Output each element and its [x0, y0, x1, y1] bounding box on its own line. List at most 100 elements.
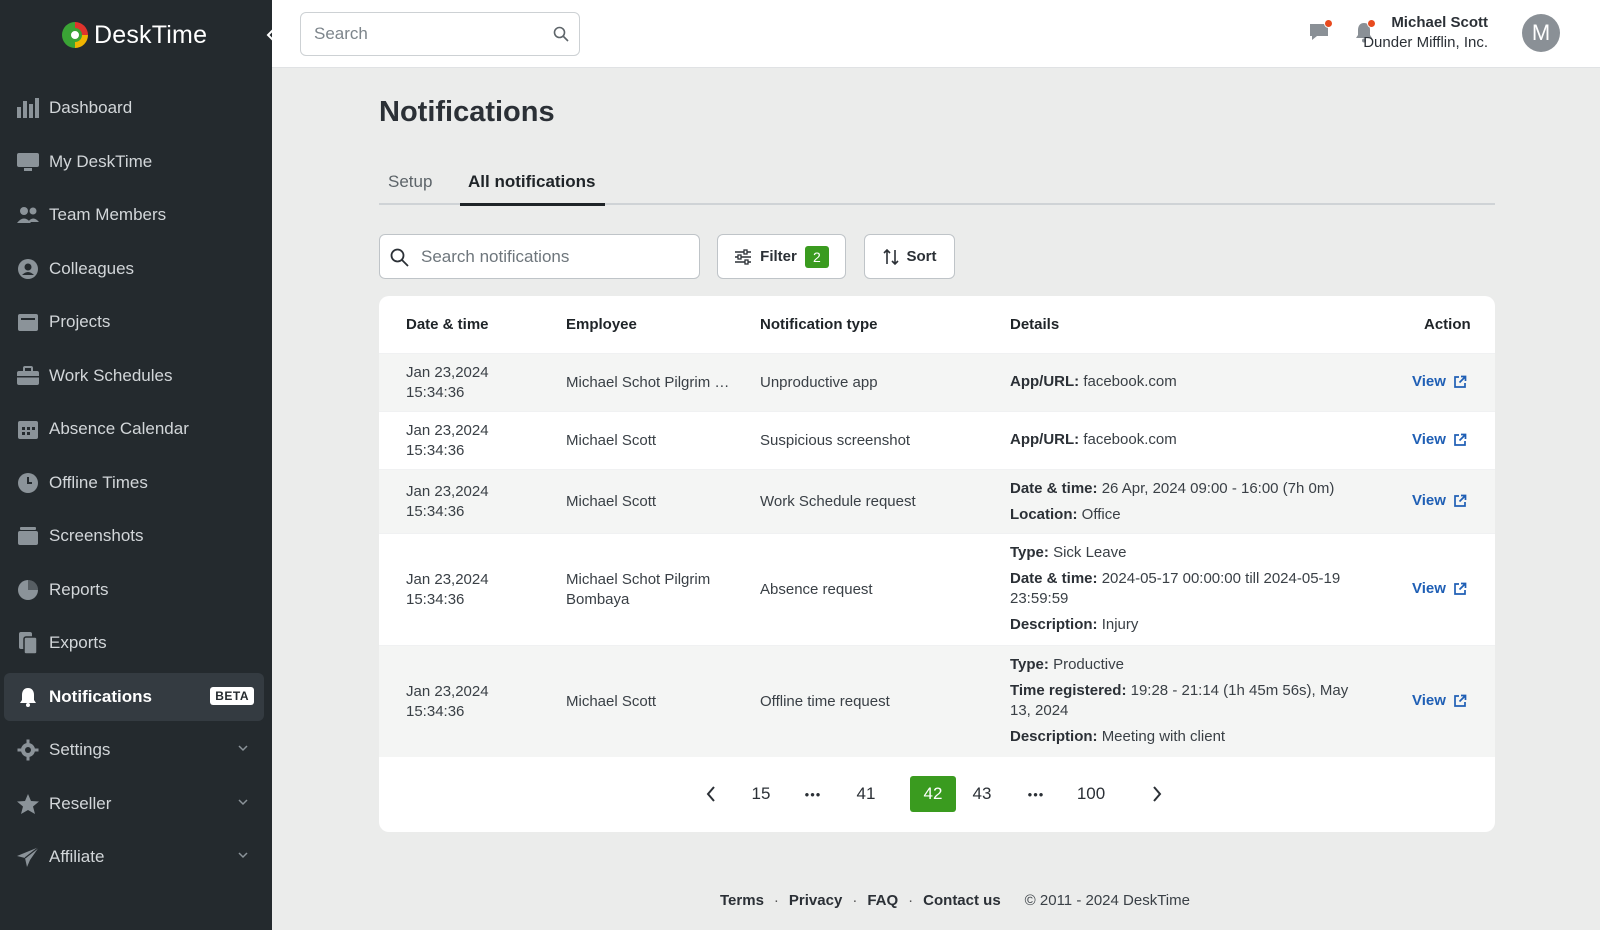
- global-search: [300, 12, 580, 56]
- filter-button[interactable]: Filter 2: [717, 234, 846, 279]
- type-cell: Absence request: [760, 581, 873, 598]
- details-cell: Date & time: 26 Apr, 2024 09:00 - 16:00 …: [1010, 479, 1355, 525]
- footer-link-terms[interactable]: Terms: [720, 892, 764, 909]
- date-text: Jan 23,2024: [406, 571, 489, 588]
- detail-key: Date & time:: [1010, 570, 1098, 587]
- external-link-icon: [1454, 582, 1467, 595]
- table-row: Jan 23,2024 15:34:36 Michael Scott Suspi…: [379, 411, 1495, 469]
- footer-separator: ·: [773, 892, 779, 909]
- files-icon: [15, 630, 41, 656]
- details-cell: Type: Productive Time registered: 19:28 …: [1010, 655, 1355, 747]
- user-circle-icon: [15, 256, 41, 282]
- view-label: View: [1412, 431, 1446, 448]
- filter-label: Filter: [760, 248, 797, 265]
- detail-value: 26 Apr, 2024 09:00 - 16:00 (7h 0m): [1101, 480, 1335, 497]
- copyright: © 2011 - 2024 DeskTime: [1024, 892, 1190, 909]
- table-row: Jan 23,2024 15:34:36 Michael Schot Pilgr…: [379, 533, 1495, 645]
- send-icon: [15, 844, 41, 870]
- employee-cell: Michael Scott: [566, 432, 657, 449]
- tab-all-notifications[interactable]: All notifications: [460, 166, 605, 206]
- employee-cell: Michael Scott: [566, 693, 657, 710]
- date-cell: Jan 23,2024 15:34:36: [406, 421, 489, 461]
- detail-value: Injury: [1101, 616, 1139, 633]
- detail-key: Date & time:: [1010, 480, 1098, 497]
- detail-value: Productive: [1053, 656, 1124, 673]
- page-ellipsis[interactable]: •••: [793, 776, 833, 812]
- global-search-input[interactable]: [301, 13, 521, 55]
- date-text: Jan 23,2024: [406, 422, 489, 439]
- date-text: Jan 23,2024: [406, 683, 489, 700]
- bar-chart-icon: [15, 95, 41, 121]
- detail-key: Type:: [1010, 544, 1049, 561]
- current-page-button[interactable]: 42: [910, 776, 956, 812]
- sort-button[interactable]: Sort: [864, 234, 955, 279]
- detail-key: Description:: [1010, 728, 1098, 745]
- employee-cell: Michael Scott: [566, 493, 657, 510]
- page-button[interactable]: 41: [846, 776, 886, 812]
- sidebar-item-dashboard[interactable]: Dashboard: [4, 84, 264, 132]
- page-ellipsis[interactable]: •••: [1016, 776, 1056, 812]
- view-link[interactable]: View: [1412, 492, 1467, 509]
- sidebar-item-exports[interactable]: Exports: [4, 619, 264, 667]
- chevron-down-icon: [238, 745, 248, 752]
- type-cell: Suspicious screenshot: [760, 432, 911, 449]
- next-page-button[interactable]: [1147, 776, 1167, 812]
- footer-link-faq[interactable]: FAQ: [867, 892, 898, 909]
- screenshots-icon: [15, 523, 41, 549]
- bell-icon: [15, 684, 41, 710]
- date-cell: Jan 23,2024 15:34:36: [406, 682, 489, 722]
- tab-setup[interactable]: Setup: [388, 166, 432, 205]
- sidebar-item-my-desktime[interactable]: My DeskTime: [4, 138, 264, 186]
- sidebar-item-offline-times[interactable]: Offline Times: [4, 459, 264, 507]
- view-link[interactable]: View: [1412, 580, 1467, 597]
- footer-link-contact[interactable]: Contact us: [923, 892, 1001, 909]
- view-link[interactable]: View: [1412, 692, 1467, 709]
- view-label: View: [1412, 692, 1446, 709]
- column-header-date[interactable]: Date & time: [406, 316, 489, 333]
- sidebar-item-projects[interactable]: Projects: [4, 298, 264, 346]
- sidebar-item-label: Team Members: [49, 205, 167, 224]
- page-button[interactable]: 43: [962, 776, 1002, 812]
- sidebar-nav: Dashboard My DeskTime Team Members Colle…: [4, 84, 264, 887]
- column-header-type[interactable]: Notification type: [760, 316, 878, 333]
- chevron-down-icon: [238, 852, 248, 859]
- sidebar-item-settings[interactable]: Settings: [4, 726, 264, 774]
- time-text: 15:34:36: [406, 591, 465, 608]
- sidebar-item-reseller[interactable]: Reseller: [4, 780, 264, 828]
- sidebar-item-notifications[interactable]: Notifications BETA: [4, 672, 264, 721]
- clock-icon: [15, 470, 41, 496]
- detail-key: Location:: [1010, 506, 1078, 523]
- messages-button[interactable]: [1308, 19, 1334, 46]
- sidebar-item-work-schedules[interactable]: Work Schedules: [4, 352, 264, 400]
- sidebar-item-label: Screenshots: [49, 526, 144, 545]
- team-icon: [15, 202, 41, 228]
- sidebar-item-colleagues[interactable]: Colleagues: [4, 245, 264, 293]
- sliders-icon: [735, 248, 752, 265]
- tab-bar: Setup All notifications: [379, 166, 1495, 206]
- avatar[interactable]: M: [1522, 14, 1560, 52]
- notification-search-input[interactable]: [421, 235, 691, 278]
- details-cell: App/URL: facebook.com: [1010, 372, 1355, 392]
- view-link[interactable]: View: [1412, 373, 1467, 390]
- logo[interactable]: DeskTime: [62, 20, 207, 50]
- sidebar-item-screenshots[interactable]: Screenshots: [4, 512, 264, 560]
- folder-icon: [15, 309, 41, 335]
- prev-page-button[interactable]: [701, 776, 721, 812]
- search-icon[interactable]: [553, 26, 569, 42]
- user-menu[interactable]: Michael Scott Dunder Mifflin, Inc.: [1363, 13, 1488, 53]
- sidebar-item-label: Colleagues: [49, 258, 135, 278]
- footer-link-privacy[interactable]: Privacy: [789, 892, 842, 909]
- sidebar-item-reports[interactable]: Reports: [4, 566, 264, 614]
- column-header-employee[interactable]: Employee: [566, 316, 637, 333]
- page-button[interactable]: 15: [741, 776, 781, 812]
- column-header-action: Action: [1424, 316, 1471, 333]
- sidebar-item-absence-calendar[interactable]: Absence Calendar: [4, 405, 264, 453]
- notifications-table: Date & time Employee Notification type D…: [379, 296, 1495, 832]
- time-text: 15:34:36: [406, 503, 465, 520]
- sidebar-item-team-members[interactable]: Team Members: [4, 191, 264, 239]
- briefcase-icon: [15, 363, 41, 389]
- view-link[interactable]: View: [1412, 431, 1467, 448]
- sidebar-item-affiliate[interactable]: Affiliate: [4, 833, 264, 881]
- star-icon: [15, 791, 41, 817]
- page-button[interactable]: 100: [1066, 776, 1116, 812]
